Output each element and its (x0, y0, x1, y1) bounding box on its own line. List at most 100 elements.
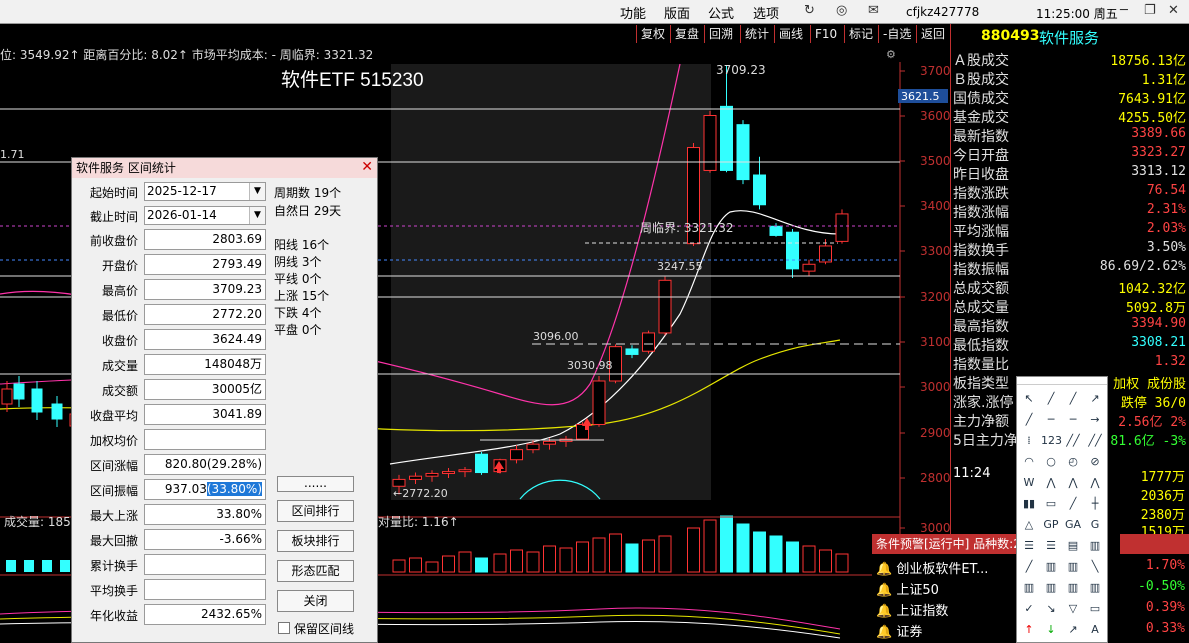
menu-function[interactable]: 功能 (620, 3, 646, 22)
alert-item[interactable]: 🔔 上证50 (876, 579, 939, 598)
drawing-tool-icon[interactable]: A (1085, 620, 1105, 640)
alert-item[interactable]: 🔔 证券 (876, 621, 922, 640)
drawing-tool-icon[interactable]: ▥ (1063, 557, 1083, 577)
drawing-tool-icon[interactable]: ╱ (1019, 557, 1039, 577)
drawing-tool-icon[interactable]: ↗ (1085, 389, 1105, 409)
drawing-tool-icon[interactable]: ⋀ (1085, 473, 1105, 493)
close-button[interactable]: 关闭 (277, 590, 354, 612)
palette-handle[interactable] (1017, 377, 1107, 385)
globe-icon[interactable]: ◎ (836, 3, 847, 18)
drawing-tool-icon[interactable]: ○ (1041, 452, 1061, 472)
tool-fupan[interactable]: 复盘 (670, 25, 703, 43)
tool-f10[interactable]: F10 (810, 25, 841, 43)
stat-value-field[interactable]: 937.03(33.80%) (144, 479, 266, 500)
stat-value-field[interactable]: 2803.69 (144, 229, 266, 250)
index-name[interactable]: 软件服务 (1039, 27, 1099, 48)
stat-value-field[interactable]: 3624.49 (144, 329, 266, 350)
drawing-tool-icon[interactable]: ▽ (1063, 599, 1083, 619)
drawing-tool-icon[interactable]: ↖ (1019, 389, 1039, 409)
drawing-tool-icon[interactable]: ↘ (1041, 599, 1061, 619)
tool-huaxian[interactable]: 画线 (774, 25, 807, 43)
stat-value-field[interactable]: 2432.65% (144, 604, 266, 625)
mail-icon[interactable]: ✉ (868, 3, 879, 18)
drawing-tool-icon[interactable]: ☰ (1041, 536, 1061, 556)
minimize-icon[interactable]: ─ (1120, 3, 1128, 18)
stat-value-field[interactable]: -3.66% (144, 529, 266, 550)
more-button[interactable]: ...... (277, 476, 354, 492)
drawing-tool-icon[interactable]: ▮▮ (1019, 494, 1039, 514)
drawing-tool-icon[interactable]: ▭ (1041, 494, 1061, 514)
stat-value-field[interactable]: 148048万 (144, 354, 266, 375)
drawing-tool-icon[interactable]: ▥ (1019, 578, 1039, 598)
drawing-tool-icon[interactable]: ◴ (1063, 452, 1083, 472)
drawing-tool-icon[interactable]: ▤ (1063, 536, 1083, 556)
alert-item[interactable]: 🔔 创业板软件ET... (876, 558, 988, 577)
drawing-tool-icon[interactable]: ╱╱ (1063, 431, 1083, 451)
drawing-tool-icon[interactable]: ⋀ (1041, 473, 1061, 493)
restore-icon[interactable]: ❐ (1144, 3, 1156, 18)
start-time-select[interactable]: 2025-12-17 ▼ (144, 182, 266, 201)
drawing-tool-icon[interactable]: G (1085, 515, 1105, 535)
stat-value-field[interactable] (144, 429, 266, 450)
close-icon[interactable]: ✕ (1168, 3, 1179, 18)
back-icon[interactable]: ‹ (1098, 3, 1103, 18)
drawing-tool-icon[interactable]: W (1019, 473, 1039, 493)
stat-value-field[interactable]: 3041.89 (144, 404, 266, 425)
pattern-match-button[interactable]: 形态匹配 (277, 560, 354, 582)
drawing-tool-icon[interactable]: ╱╱ (1085, 431, 1105, 451)
drawing-tool-icon[interactable]: ╱ (1063, 389, 1083, 409)
menu-formula[interactable]: 公式 (708, 3, 734, 22)
drawing-tool-icon[interactable]: ↓ (1041, 620, 1061, 640)
end-time-select[interactable]: 2026-01-14 ▼ (144, 206, 266, 225)
drawing-tool-icon[interactable]: ▥ (1063, 578, 1083, 598)
chevron-down-icon[interactable]: ▼ (249, 183, 265, 200)
stat-value-field[interactable]: 30005亿 (144, 379, 266, 400)
stat-value-field[interactable] (144, 554, 266, 575)
tool-fuquan[interactable]: 复权 (636, 25, 669, 43)
drawing-tool-icon[interactable]: GP (1041, 515, 1061, 535)
tool-tongji[interactable]: 统计 (740, 25, 773, 43)
drawing-tool-icon[interactable]: ╱ (1019, 410, 1039, 430)
drawing-tool-icon[interactable]: ▥ (1041, 557, 1061, 577)
stat-value-field[interactable]: 2793.49 (144, 254, 266, 275)
drawing-tool-icon[interactable]: ▥ (1085, 578, 1105, 598)
drawing-tool-icon[interactable]: ╱ (1041, 389, 1061, 409)
drawing-tool-icon[interactable]: ⊘ (1085, 452, 1105, 472)
drawing-tool-icon[interactable]: GA (1063, 515, 1083, 535)
menu-layout[interactable]: 版面 (664, 3, 690, 22)
drawing-tool-icon[interactable]: 123 (1041, 431, 1062, 451)
drawing-tool-icon[interactable]: ↑ (1019, 620, 1039, 640)
stat-value-field[interactable]: 3709.23 (144, 279, 266, 300)
chevron-down-icon[interactable]: ▼ (249, 207, 265, 224)
drawing-tool-icon[interactable]: ┼ (1085, 494, 1105, 514)
drawing-tool-icon[interactable]: ☰ (1019, 536, 1039, 556)
drawing-tool-icon[interactable]: ─ (1063, 410, 1083, 430)
drawing-tool-icon[interactable]: ▥ (1041, 578, 1061, 598)
tool-biaoji[interactable]: 标记 (844, 25, 877, 43)
drawing-tool-icon[interactable]: ▭ (1085, 599, 1105, 619)
drawing-tool-icon[interactable]: ╱ (1063, 494, 1083, 514)
tool-zixuan[interactable]: -自选 (878, 25, 915, 43)
tool-huisu[interactable]: 回溯 (704, 25, 737, 43)
refresh-icon[interactable]: ↻ (804, 3, 815, 18)
drawing-tool-icon[interactable]: △ (1019, 515, 1039, 535)
drawing-tool-icon[interactable]: ↗ (1063, 620, 1083, 640)
drawing-tool-icon[interactable]: ▥ (1085, 536, 1105, 556)
stat-value-field[interactable]: 33.80% (144, 504, 266, 525)
drawing-tool-icon[interactable]: ╲ (1085, 557, 1105, 577)
range-rank-button[interactable]: 区间排行 (277, 500, 354, 522)
tool-back[interactable]: 返回 (916, 25, 949, 43)
stat-value-field[interactable]: 2772.20 (144, 304, 266, 325)
block-rank-button[interactable]: 板块排行 (277, 530, 354, 552)
stat-value-field[interactable] (144, 579, 266, 600)
drawing-tool-icon[interactable]: → (1085, 410, 1105, 430)
stat-value-field[interactable]: 820.80(29.28%) (144, 454, 266, 475)
drawing-tool-icon[interactable]: ◠ (1019, 452, 1039, 472)
dialog-close-icon[interactable]: ✕ (361, 159, 373, 175)
drawing-tool-icon[interactable]: ⋀ (1063, 473, 1083, 493)
menu-options[interactable]: 选项 (753, 3, 779, 22)
keep-range-checkbox[interactable] (278, 622, 290, 634)
drawing-tool-icon[interactable]: ✓ (1019, 599, 1039, 619)
drawing-tool-icon[interactable]: ─ (1041, 410, 1061, 430)
drawing-tool-icon[interactable]: ⁞ (1019, 431, 1039, 451)
